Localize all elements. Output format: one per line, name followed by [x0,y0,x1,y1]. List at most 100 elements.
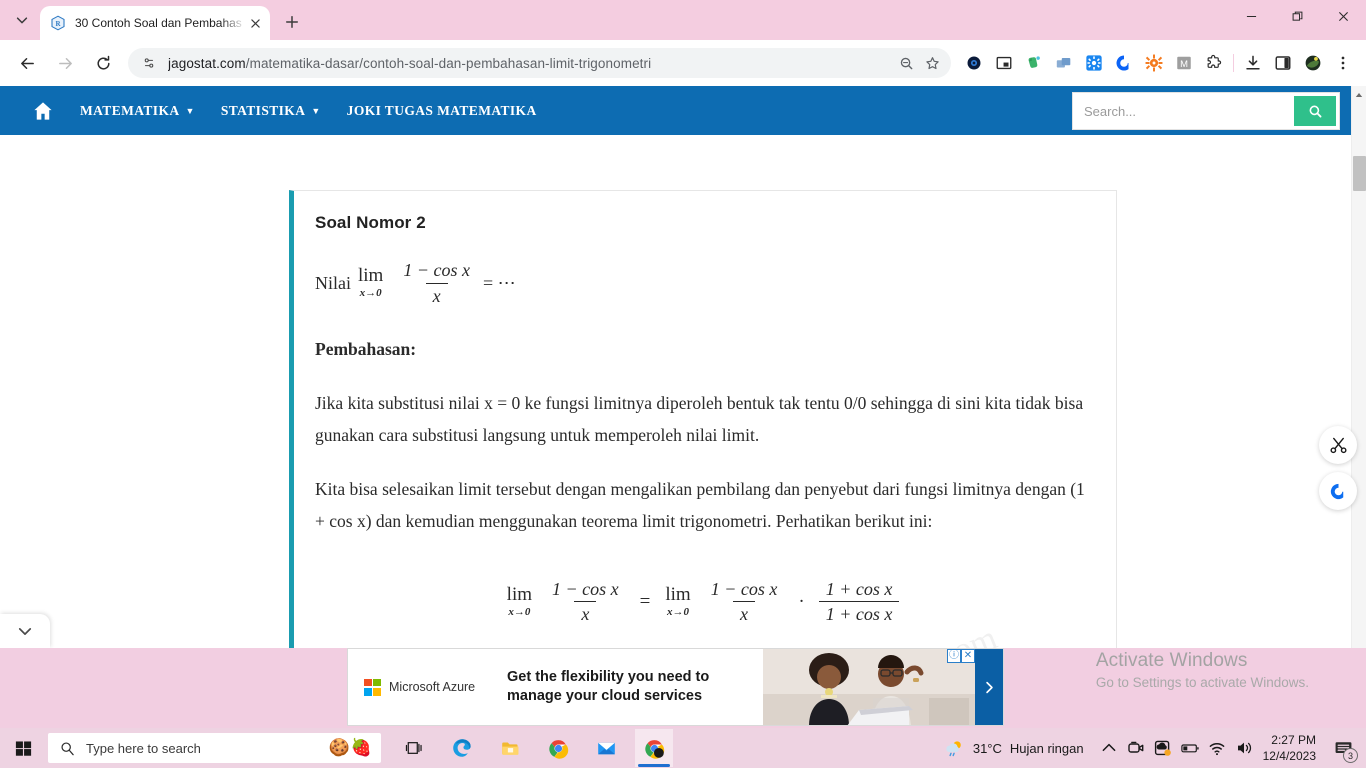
download-icon[interactable] [1238,48,1268,78]
pembahasan-label-text: Pembahasan: [315,338,417,359]
lhs-fraction: 1 − cos x x [545,579,626,626]
article-card: Soal Nomor 2 Nilai lim x→0 1 − cos x x =… [289,190,1117,648]
site-search [1072,92,1340,130]
wifi-icon[interactable] [1208,739,1226,757]
url-path: /matematika-dasar/contoh-soal-dan-pembah… [245,55,652,71]
side-panel-icon[interactable] [1268,48,1298,78]
microsoft-azure-logo: Microsoft Azure [364,678,475,696]
settings-gear-icon[interactable] [1079,48,1109,78]
search-input[interactable] [1076,96,1294,126]
ad-brand: Microsoft Azure [348,649,503,725]
eye-extension-icon[interactable] [959,48,989,78]
start-button[interactable] [0,728,46,768]
minimize-button[interactable] [1228,0,1274,33]
m-letter-icon[interactable]: M [1169,48,1199,78]
lhs-limit-operator: lim x→0 [507,585,532,621]
pembahasan-label: Pembahasan: [315,333,1090,365]
orange-sun-icon[interactable] [1139,48,1169,78]
rhs-fraction-2-numerator: 1 + cos x [825,578,893,599]
ad-line-2: manage your cloud services [507,688,703,704]
collapse-panel-button[interactable] [0,614,50,648]
page-scrollbar[interactable] [1351,86,1366,648]
window-stack-icon[interactable] [1049,48,1079,78]
puzzle-extensions-icon[interactable] [1199,48,1229,78]
mail-icon[interactable] [587,729,625,767]
display-equation: lim x→0 1 − cos x x = lim x→0 1 − cos x … [315,578,1090,626]
ad-close-badge[interactable]: ✕ [961,649,975,663]
scissors-icon[interactable] [1319,426,1357,464]
evernote-icon[interactable] [1019,48,1049,78]
reload-button[interactable] [88,48,118,78]
url-text: jagostat.com/matematika-dasar/contoh-soa… [168,56,893,71]
chat-bubble-icon[interactable] [1319,472,1357,510]
back-button[interactable] [12,48,42,78]
scrollbar-up-arrow[interactable] [1352,86,1366,103]
browser-window: R 30 Contoh Soal dan Pembahas jagostat.c… [0,0,1366,728]
file-explorer-icon[interactable] [491,729,529,767]
nav-item-matematika[interactable]: MATEMATIKA ▼ [80,103,195,119]
site-settings-icon[interactable] [138,52,160,74]
weather-widget[interactable]: 31°C Hujan ringan [934,738,1094,759]
paragraph-1: Jika kita substitusi nilai x = 0 ke fung… [315,392,1084,445]
home-icon[interactable] [28,98,58,124]
equals-sign: = [639,591,651,613]
ad-line-1: Get the flexibility you need to [507,668,710,685]
extensions-strip: M [959,48,1358,78]
lhs-fraction-denominator: x [574,601,597,625]
microsoft-squares-icon [364,678,381,696]
battery-icon[interactable] [1180,739,1199,757]
notification-count: 3 [1343,748,1358,763]
system-tray: 31°C Hujan ringan 2:27 PM 12/4/2023 3 [934,728,1366,768]
clock[interactable]: 2:27 PM 12/4/2023 [1263,732,1316,764]
bookmark-star-icon[interactable] [919,50,945,76]
new-tab-button[interactable] [278,8,306,36]
search-icon [60,741,75,756]
rhs-limit-subscript: x→0 [667,605,690,618]
rhs-fraction-1: 1 − cos x x [704,579,785,626]
circle-assistant-icon[interactable] [1109,48,1139,78]
zoom-out-icon[interactable] [893,50,919,76]
tab-title: 30 Contoh Soal dan Pembahas [75,16,242,30]
three-dot-menu-icon[interactable] [1328,48,1358,78]
nav-item-joki-tugas[interactable]: JOKI TUGAS MATEMATIKA [347,103,537,119]
ad-image [763,649,975,725]
edge-icon[interactable] [443,729,481,767]
maximize-button[interactable] [1274,0,1320,33]
taskbar-search-box[interactable]: Type here to search 🍪🍓 [48,733,381,763]
tab-close-button[interactable] [246,14,264,32]
ad-next-button[interactable]: chevron-right-icon [975,649,1003,725]
advertisement[interactable]: Microsoft Azure Get the flexibility you … [347,648,1004,726]
url-domain: jagostat.com [168,55,246,71]
clock-date: 12/4/2023 [1262,749,1316,763]
address-bar[interactable]: jagostat.com/matematika-dasar/contoh-soa… [128,48,951,78]
ad-info-badge[interactable]: ⓘ [947,649,961,663]
browser-tab[interactable]: R 30 Contoh Soal dan Pembahas [40,6,270,40]
scrollbar-thumb[interactable] [1353,156,1366,191]
onedrive-sync-icon[interactable] [1154,739,1172,757]
close-button[interactable] [1320,0,1366,33]
search-button[interactable] [1294,96,1336,126]
profile-avatar-icon[interactable] [1298,48,1328,78]
volume-icon[interactable] [1235,739,1253,757]
tab-search-button[interactable] [8,6,36,34]
windows-taskbar: Type here to search 🍪🍓 31°C Hujan ringan… [0,728,1366,768]
tray-overflow-chevron-up-icon[interactable] [1100,739,1118,757]
camera-icon[interactable] [1127,739,1145,757]
question-expression: Nilai lim x→0 1 − cos x x = ⋯ [315,260,1090,307]
picture-in-picture-icon[interactable] [989,48,1019,78]
weather-description: Hujan ringan [1009,740,1084,756]
nav-item-joki-tugas-label: JOKI TUGAS MATEMATIKA [346,102,537,118]
chevron-down-icon: ▼ [311,106,321,116]
lhs-limit-subscript: x→0 [508,605,531,618]
chrome-active-icon[interactable] [635,729,673,767]
task-view-icon[interactable] [395,729,433,767]
rhs-limit-operator: lim x→0 [665,585,690,621]
tab-favicon: R [50,15,66,31]
fraction-denominator: x [425,282,448,307]
forward-button[interactable] [50,48,80,78]
chrome-icon[interactable] [539,729,577,767]
notification-center-button[interactable]: 3 [1326,728,1360,768]
page-viewport: MATEMATIKA ▼ STATISTIKA ▼ JOKI TUGAS MAT… [0,86,1366,648]
question-tail: = ⋯ [482,273,516,294]
nav-item-statistika[interactable]: STATISTIKA ▼ [221,103,321,119]
